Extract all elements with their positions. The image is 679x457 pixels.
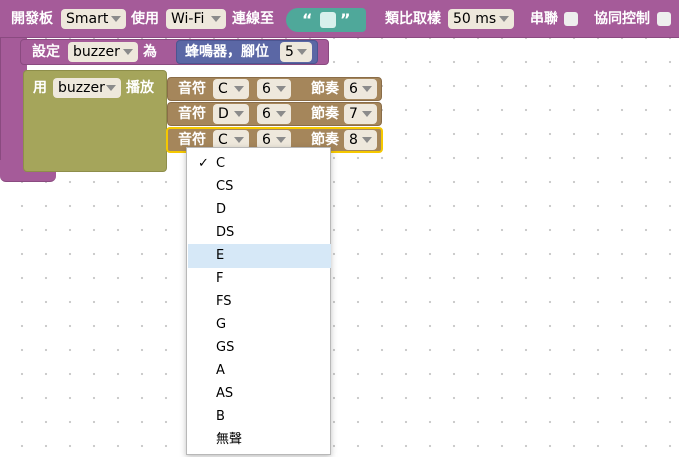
chevron-down-icon <box>211 16 221 22</box>
as-label: 為 <box>143 44 157 60</box>
play-variable-name: buzzer <box>58 80 105 96</box>
beat-label: 節奏 <box>311 81 339 97</box>
chevron-down-icon <box>276 86 286 92</box>
note-value: C <box>218 132 228 148</box>
quote-close: ” <box>340 10 351 29</box>
chevron-down-icon <box>362 86 372 92</box>
dropdown-item-label: CS <box>216 179 234 194</box>
dropdown-item-label: DS <box>216 225 235 240</box>
dropdown-item-gs[interactable]: GS <box>188 336 331 360</box>
note-block[interactable]: 音符 D 6 節奏 7 <box>167 102 382 126</box>
dropdown-item-label: E <box>216 248 225 263</box>
sampling-dropdown-value: 50 ms <box>453 11 497 27</box>
checkmark-icon: ✓ <box>198 156 209 171</box>
board-dropdown-value: Smart <box>66 11 109 27</box>
note-dropdown[interactable]: D <box>213 104 249 124</box>
dropdown-item-label: G <box>216 317 227 332</box>
octave-value: 6 <box>262 132 271 148</box>
octave-value: 6 <box>262 106 271 122</box>
dropdown-item-label: B <box>216 409 225 424</box>
chevron-down-icon <box>362 111 372 117</box>
pin-dropdown-value: 5 <box>285 44 294 60</box>
dropdown-item-a[interactable]: A <box>188 359 331 383</box>
octave-value: 6 <box>262 81 271 97</box>
note-block[interactable]: 音符 C 6 節奏 6 <box>167 77 382 101</box>
serial-checkbox[interactable] <box>564 12 578 26</box>
dropdown-item-label: FS <box>216 294 232 309</box>
sampling-label: 類比取樣 <box>385 11 441 27</box>
dropdown-item-label: C <box>216 156 226 171</box>
chevron-down-icon <box>234 137 244 143</box>
note-value: C <box>218 81 228 97</box>
beat-value: 8 <box>349 132 358 148</box>
beat-label: 節奏 <box>311 106 339 122</box>
octave-dropdown[interactable]: 6 <box>257 79 291 99</box>
coop-label: 協同控制 <box>594 11 650 27</box>
dropdown-item-e[interactable]: E <box>188 244 331 268</box>
sampling-dropdown[interactable]: 50 ms <box>448 9 514 29</box>
buzzer-pin-label: 蜂鳴器，腳位 <box>185 44 269 60</box>
dropdown-item-b[interactable]: B <box>188 405 331 429</box>
beat-value: 6 <box>349 81 358 97</box>
dropdown-item-ds[interactable]: DS <box>188 221 331 245</box>
use-label: 使用 <box>131 11 159 27</box>
note-label: 音符 <box>178 106 206 122</box>
beat-dropdown[interactable]: 7 <box>344 104 377 124</box>
dropdown-item-label: A <box>216 363 225 378</box>
dropdown-item-c[interactable]: ✓ C <box>188 152 331 176</box>
connect-to-label: 連線至 <box>232 11 274 27</box>
coop-checkbox[interactable] <box>657 12 671 26</box>
set-variable-name: buzzer <box>73 44 120 60</box>
chevron-down-icon <box>106 85 116 91</box>
dropdown-item-label: F <box>216 271 224 286</box>
chevron-down-icon <box>234 111 244 117</box>
note-dropdown-menu: ✓ C CS D DS E F FS G GS A AS B 無聲 <box>186 147 331 455</box>
dropdown-item-label: 無聲 <box>216 432 243 447</box>
play-label: 播放 <box>126 80 154 96</box>
quote-open: “ <box>302 10 313 29</box>
connection-dropdown[interactable]: Wi-Fi <box>166 9 226 29</box>
dropdown-item-rest[interactable]: 無聲 <box>188 428 331 452</box>
dropdown-item-fs[interactable]: FS <box>188 290 331 314</box>
note-value: D <box>218 106 229 122</box>
play-use-label: 用 <box>33 80 47 96</box>
chevron-down-icon <box>123 49 133 55</box>
beat-dropdown[interactable]: 6 <box>344 79 377 99</box>
dropdown-item-f[interactable]: F <box>188 267 331 291</box>
text-block[interactable]: “ ” <box>286 8 366 32</box>
dropdown-item-label: AS <box>216 386 234 401</box>
chevron-down-icon <box>276 111 286 117</box>
beat-dropdown[interactable]: 8 <box>344 130 377 150</box>
chevron-down-icon <box>499 16 509 22</box>
connection-dropdown-value: Wi-Fi <box>171 11 205 27</box>
beat-value: 7 <box>349 106 358 122</box>
dropdown-item-g[interactable]: G <box>188 313 331 337</box>
serial-label: 串聯 <box>530 11 558 27</box>
chevron-down-icon <box>362 137 372 143</box>
dropdown-item-as[interactable]: AS <box>188 382 331 406</box>
note-dropdown[interactable]: C <box>213 79 249 99</box>
chevron-down-icon <box>111 16 121 22</box>
note-label: 音符 <box>178 81 206 97</box>
dropdown-item-cs[interactable]: CS <box>188 175 331 199</box>
octave-dropdown[interactable]: 6 <box>257 104 291 124</box>
play-variable-dropdown[interactable]: buzzer <box>53 78 121 98</box>
board-dropdown[interactable]: Smart <box>61 9 126 29</box>
chevron-down-icon <box>297 49 307 55</box>
dropdown-item-label: GS <box>216 340 235 355</box>
board-label: 開發板 <box>11 11 53 27</box>
chevron-down-icon <box>276 137 286 143</box>
dropdown-item-label: D <box>216 202 227 217</box>
text-input[interactable] <box>320 12 336 28</box>
set-variable-dropdown[interactable]: buzzer <box>68 42 138 62</box>
set-label: 設定 <box>32 44 60 60</box>
dropdown-item-d[interactable]: D <box>188 198 331 222</box>
pin-dropdown[interactable]: 5 <box>280 42 312 62</box>
chevron-down-icon <box>234 86 244 92</box>
